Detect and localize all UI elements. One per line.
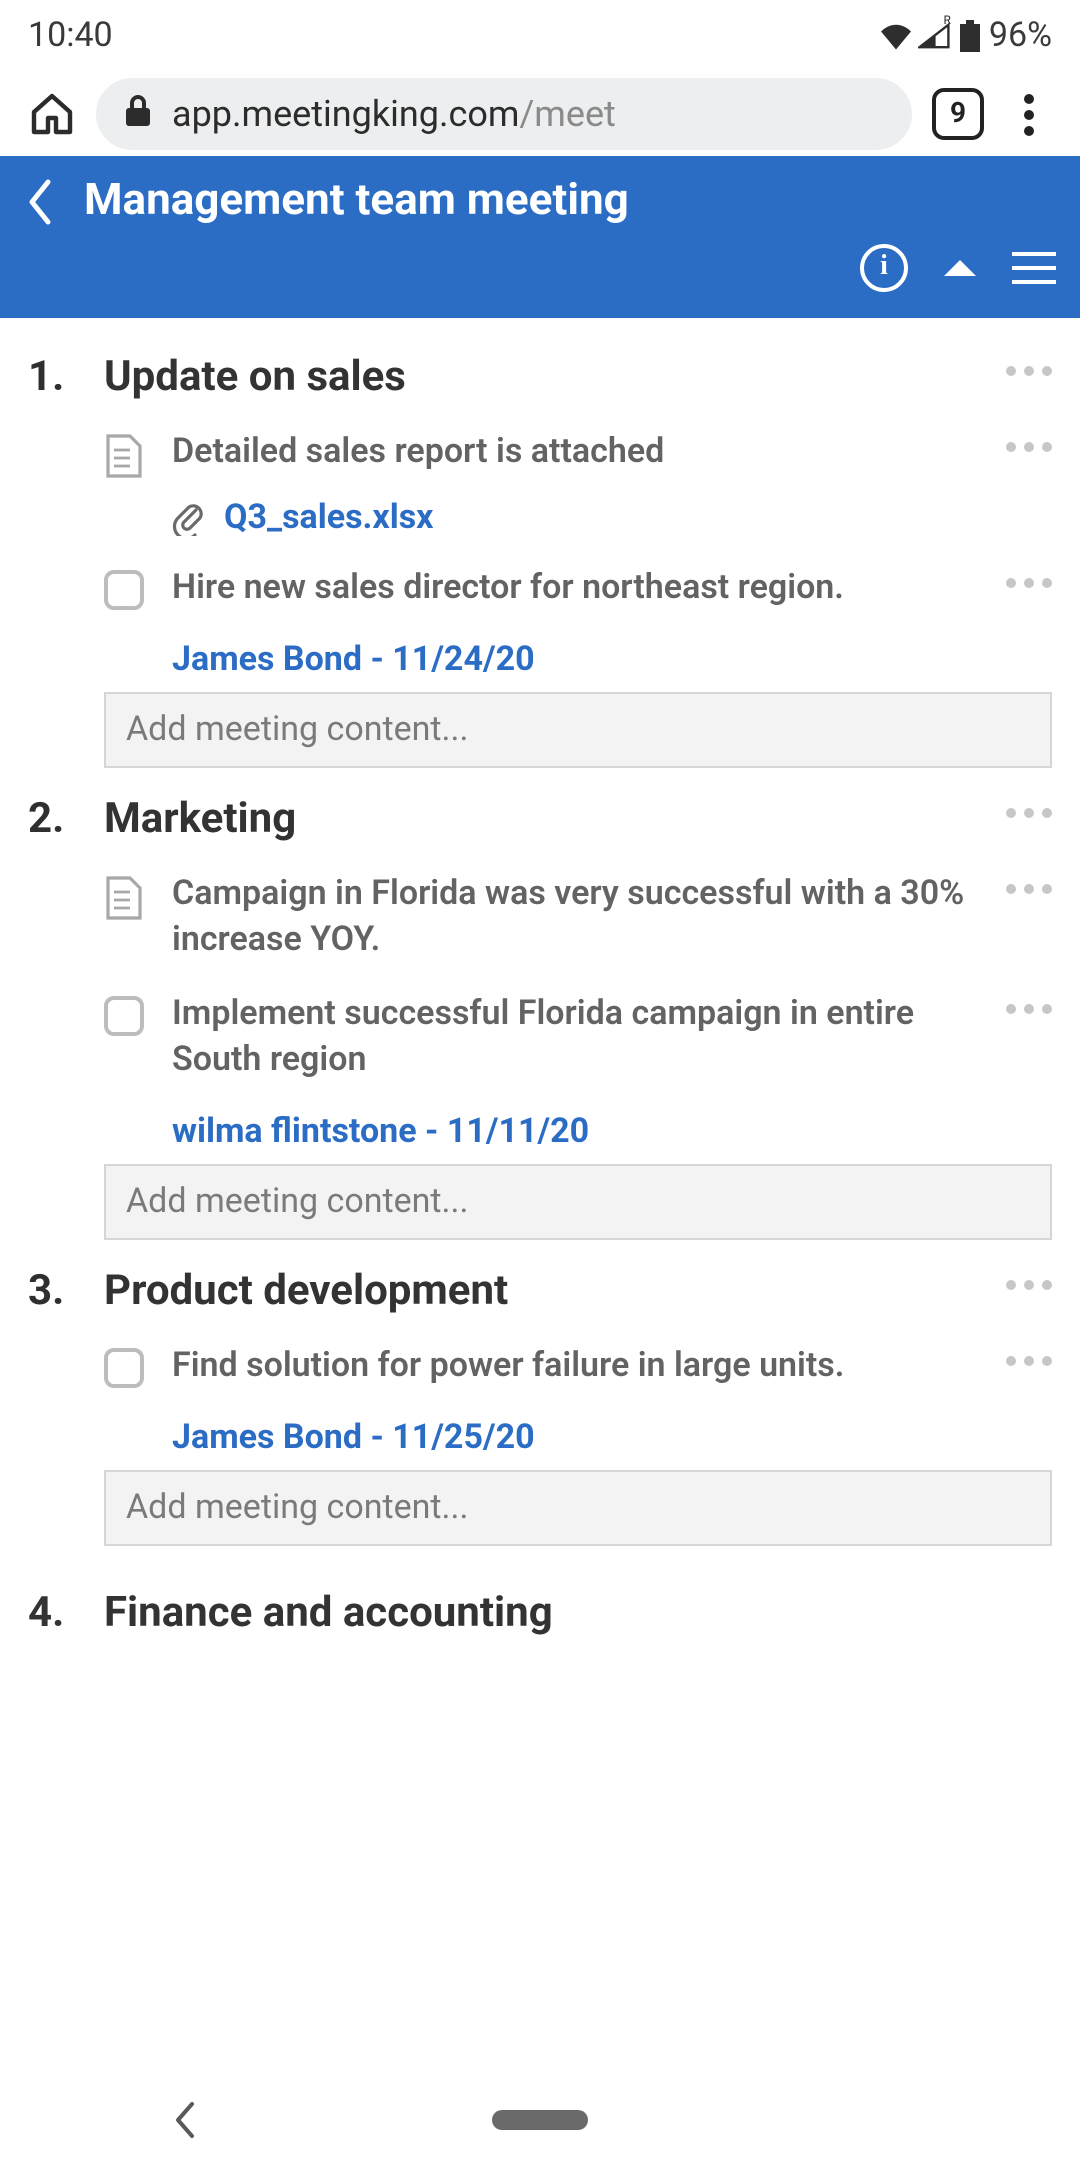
more-icon[interactable]: [1006, 578, 1052, 588]
topic-number: 3.: [28, 1267, 76, 1315]
url-bar[interactable]: app.meetingking.com/meet: [96, 78, 912, 150]
note-item: Detailed sales report is attached: [104, 430, 1052, 478]
agenda-topic: 2. Marketing Campaign in Florida was ver…: [16, 796, 1064, 1240]
url-path: /meet: [519, 93, 615, 135]
checkbox-icon[interactable]: [104, 570, 144, 610]
battery-icon: [961, 20, 981, 52]
tabs-button[interactable]: 9: [932, 88, 984, 140]
checkbox-icon[interactable]: [104, 1347, 144, 1387]
agenda-topic: 1. Update on sales Detailed sales report…: [16, 354, 1064, 768]
lock-icon: [124, 93, 152, 135]
more-icon[interactable]: [1006, 366, 1052, 376]
menu-icon[interactable]: [1012, 252, 1056, 284]
topic-title[interactable]: Product development: [104, 1267, 978, 1315]
task-text[interactable]: Hire new sales director for northeast re…: [172, 566, 978, 612]
wifi-icon: [879, 22, 915, 50]
url-host: app.meetingking.com: [172, 93, 519, 135]
agenda-topic: 3. Product development Find solution for…: [16, 1267, 1064, 1545]
topic-number: 4.: [28, 1589, 76, 1637]
document-icon: [104, 434, 144, 478]
more-icon[interactable]: [1006, 808, 1052, 818]
task-assignee[interactable]: wilma flintstone - 11/11/20: [172, 1111, 1052, 1151]
status-time: 10:40: [28, 16, 113, 56]
collapse-icon[interactable]: [944, 260, 976, 276]
browser-bar: app.meetingking.com/meet 9: [0, 72, 1080, 156]
topic-title[interactable]: Finance and accounting: [104, 1589, 1052, 1637]
info-icon[interactable]: i: [860, 244, 908, 292]
attachment-link[interactable]: Q3_sales.xlsx: [224, 498, 434, 538]
task-item: Implement successful Florida campaign in…: [104, 992, 1052, 1084]
signal-icon: R: [919, 22, 951, 50]
more-icon[interactable]: [1006, 442, 1052, 452]
system-nav-bar: [0, 2080, 1080, 2160]
task-assignee[interactable]: James Bond - 11/24/20: [172, 640, 1052, 680]
page-title: Management team meeting: [84, 176, 629, 226]
checkbox-icon[interactable]: [104, 996, 144, 1036]
document-icon: [104, 876, 144, 920]
more-icon[interactable]: [1006, 884, 1052, 894]
task-assignee[interactable]: James Bond - 11/25/20: [172, 1417, 1052, 1457]
back-icon[interactable]: [24, 177, 56, 225]
task-item: Hire new sales director for northeast re…: [104, 566, 1052, 612]
nav-back-icon[interactable]: [172, 2100, 200, 2140]
attachment-row: Q3_sales.xlsx: [172, 498, 1052, 538]
topic-title[interactable]: Update on sales: [104, 354, 978, 402]
task-text[interactable]: Find solution for power failure in large…: [172, 1343, 978, 1389]
nav-home-pill[interactable]: [492, 2110, 588, 2130]
task-text[interactable]: Implement successful Florida campaign in…: [172, 992, 978, 1084]
battery-percent: 96%: [989, 16, 1052, 56]
topic-number: 1.: [28, 354, 76, 402]
task-item: Find solution for power failure in large…: [104, 1343, 1052, 1389]
note-item: Campaign in Florida was very successful …: [104, 872, 1052, 964]
topic-title[interactable]: Marketing: [104, 796, 978, 844]
add-content-input[interactable]: Add meeting content...: [104, 1163, 1052, 1239]
status-bar: 10:40 R 96%: [0, 0, 1080, 72]
topic-number: 2.: [28, 796, 76, 844]
home-icon[interactable]: [28, 90, 76, 138]
note-text[interactable]: Detailed sales report is attached: [172, 430, 978, 476]
more-icon[interactable]: [1006, 1279, 1052, 1289]
more-icon[interactable]: [1006, 1355, 1052, 1365]
add-content-input[interactable]: Add meeting content...: [104, 1469, 1052, 1545]
meeting-content: 1. Update on sales Detailed sales report…: [0, 318, 1080, 1678]
add-content-input[interactable]: Add meeting content...: [104, 692, 1052, 768]
paperclip-icon: [172, 500, 204, 536]
agenda-topic: 4. Finance and accounting: [16, 1589, 1064, 1637]
browser-overflow-icon[interactable]: [1004, 93, 1052, 135]
note-text[interactable]: Campaign in Florida was very successful …: [172, 872, 978, 964]
app-header: Management team meeting i: [0, 156, 1080, 318]
more-icon[interactable]: [1006, 1004, 1052, 1014]
